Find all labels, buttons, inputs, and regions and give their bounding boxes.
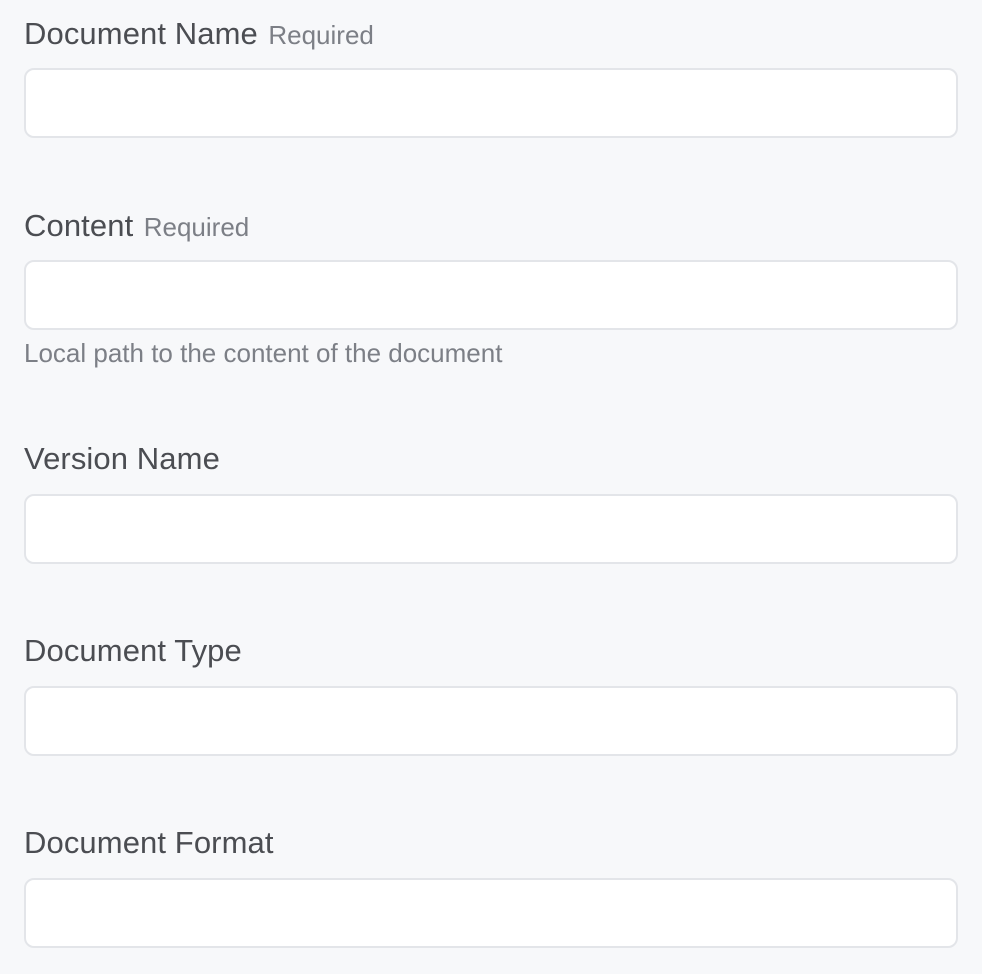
required-indicator: Required xyxy=(268,20,374,50)
version-name-label-row: Version Name xyxy=(24,441,958,477)
content-input[interactable] xyxy=(24,260,958,330)
document-format-input[interactable] xyxy=(24,878,958,948)
document-name-label-row: Document Name Required xyxy=(24,16,958,52)
document-format-label: Document Format xyxy=(24,825,274,860)
content-help-text: Local path to the content of the documen… xyxy=(24,338,503,368)
version-name-label: Version Name xyxy=(24,441,220,476)
document-name-label: Document Name xyxy=(24,16,258,51)
document-type-label: Document Type xyxy=(24,633,242,668)
document-format-label-row: Document Format xyxy=(24,825,958,861)
version-name-field: Version Name xyxy=(24,441,958,564)
required-indicator: Required xyxy=(143,212,250,242)
content-field: Content Required Local path to the conte… xyxy=(24,208,958,368)
version-name-input[interactable] xyxy=(24,494,958,564)
document-form: Document Name Required Content Required … xyxy=(0,0,982,974)
document-format-field: Document Format xyxy=(24,825,958,948)
document-name-input[interactable] xyxy=(24,68,958,138)
document-type-field: Document Type xyxy=(24,633,958,756)
document-type-label-row: Document Type xyxy=(24,633,958,669)
content-label: Content xyxy=(24,208,134,243)
content-label-row: Content Required xyxy=(24,208,958,244)
document-type-input[interactable] xyxy=(24,686,958,756)
document-name-field: Document Name Required xyxy=(24,16,958,138)
